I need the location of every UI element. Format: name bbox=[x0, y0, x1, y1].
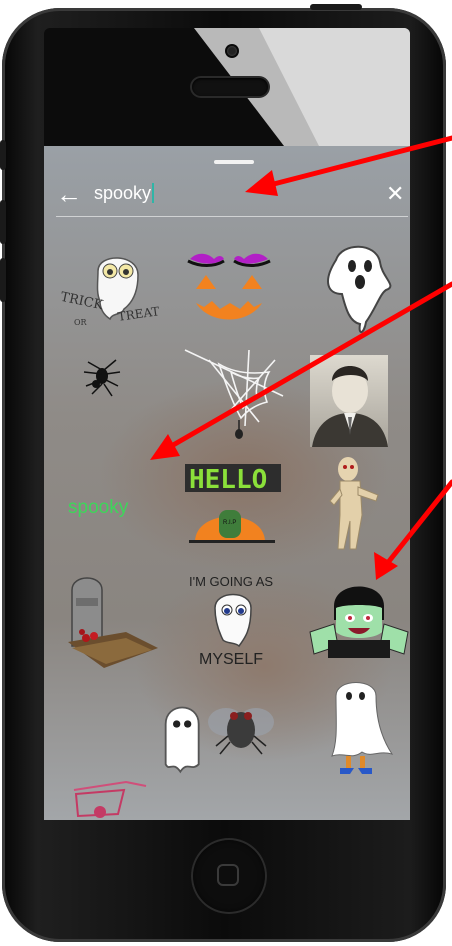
sticker-mummy[interactable] bbox=[312, 451, 410, 561]
sticker-going-as-myself[interactable]: I'M GOING AS MYSELF bbox=[179, 564, 289, 674]
search-divider bbox=[56, 216, 408, 217]
volume-up-button bbox=[0, 200, 6, 244]
sticker-white-ghost[interactable] bbox=[302, 238, 410, 348]
sticker-pink-car[interactable] bbox=[66, 778, 176, 820]
sheet-grab-handle[interactable] bbox=[214, 160, 254, 164]
sticker-vintage-portrait[interactable] bbox=[304, 351, 410, 461]
text-cursor bbox=[152, 183, 155, 203]
back-arrow-icon[interactable]: ← bbox=[56, 180, 84, 208]
sticker-search-sheet: ← spooky ✕ TRICK OR TREAT spooky HELLO R… bbox=[44, 146, 410, 820]
sticker-spider[interactable] bbox=[64, 346, 174, 456]
sticker-vampire-monster[interactable] bbox=[304, 566, 410, 676]
sticker-partial-yellow[interactable] bbox=[334, 801, 410, 820]
hello-sticker-text: HELLO bbox=[189, 465, 267, 495]
sticker-sheet-ghost[interactable] bbox=[316, 676, 410, 786]
grave-rip-text: R.I.P bbox=[223, 520, 236, 526]
sticker-gravestone[interactable] bbox=[56, 566, 166, 676]
front-camera bbox=[227, 46, 237, 56]
sticker-trick-or-treat-ghost[interactable]: TRICK OR TREAT bbox=[52, 241, 162, 351]
sticker-hello-grave[interactable]: HELLO R.I.P bbox=[179, 446, 289, 556]
going-as-text: I'M GOING AS bbox=[189, 574, 273, 589]
home-square-icon bbox=[217, 864, 239, 886]
home-button[interactable] bbox=[191, 838, 267, 914]
search-bar: ← spooky ✕ bbox=[54, 174, 404, 214]
sticker-bat-pumpkin-face[interactable] bbox=[174, 241, 284, 351]
search-query-text: spooky bbox=[94, 183, 152, 203]
sticker-spooky-text[interactable]: spooky bbox=[64, 451, 174, 561]
clear-search-icon[interactable]: ✕ bbox=[386, 180, 404, 208]
earpiece-speaker bbox=[192, 78, 268, 96]
power-button bbox=[310, 4, 362, 10]
mute-switch bbox=[0, 140, 6, 170]
volume-down-button bbox=[0, 258, 6, 302]
sticker-fly[interactable] bbox=[194, 686, 304, 796]
myself-text: MYSELF bbox=[199, 651, 263, 668]
search-input[interactable]: spooky bbox=[94, 183, 155, 204]
or-text: OR bbox=[74, 318, 88, 327]
spooky-sticker-text: spooky bbox=[68, 497, 129, 518]
sticker-spider-web[interactable] bbox=[179, 346, 289, 456]
